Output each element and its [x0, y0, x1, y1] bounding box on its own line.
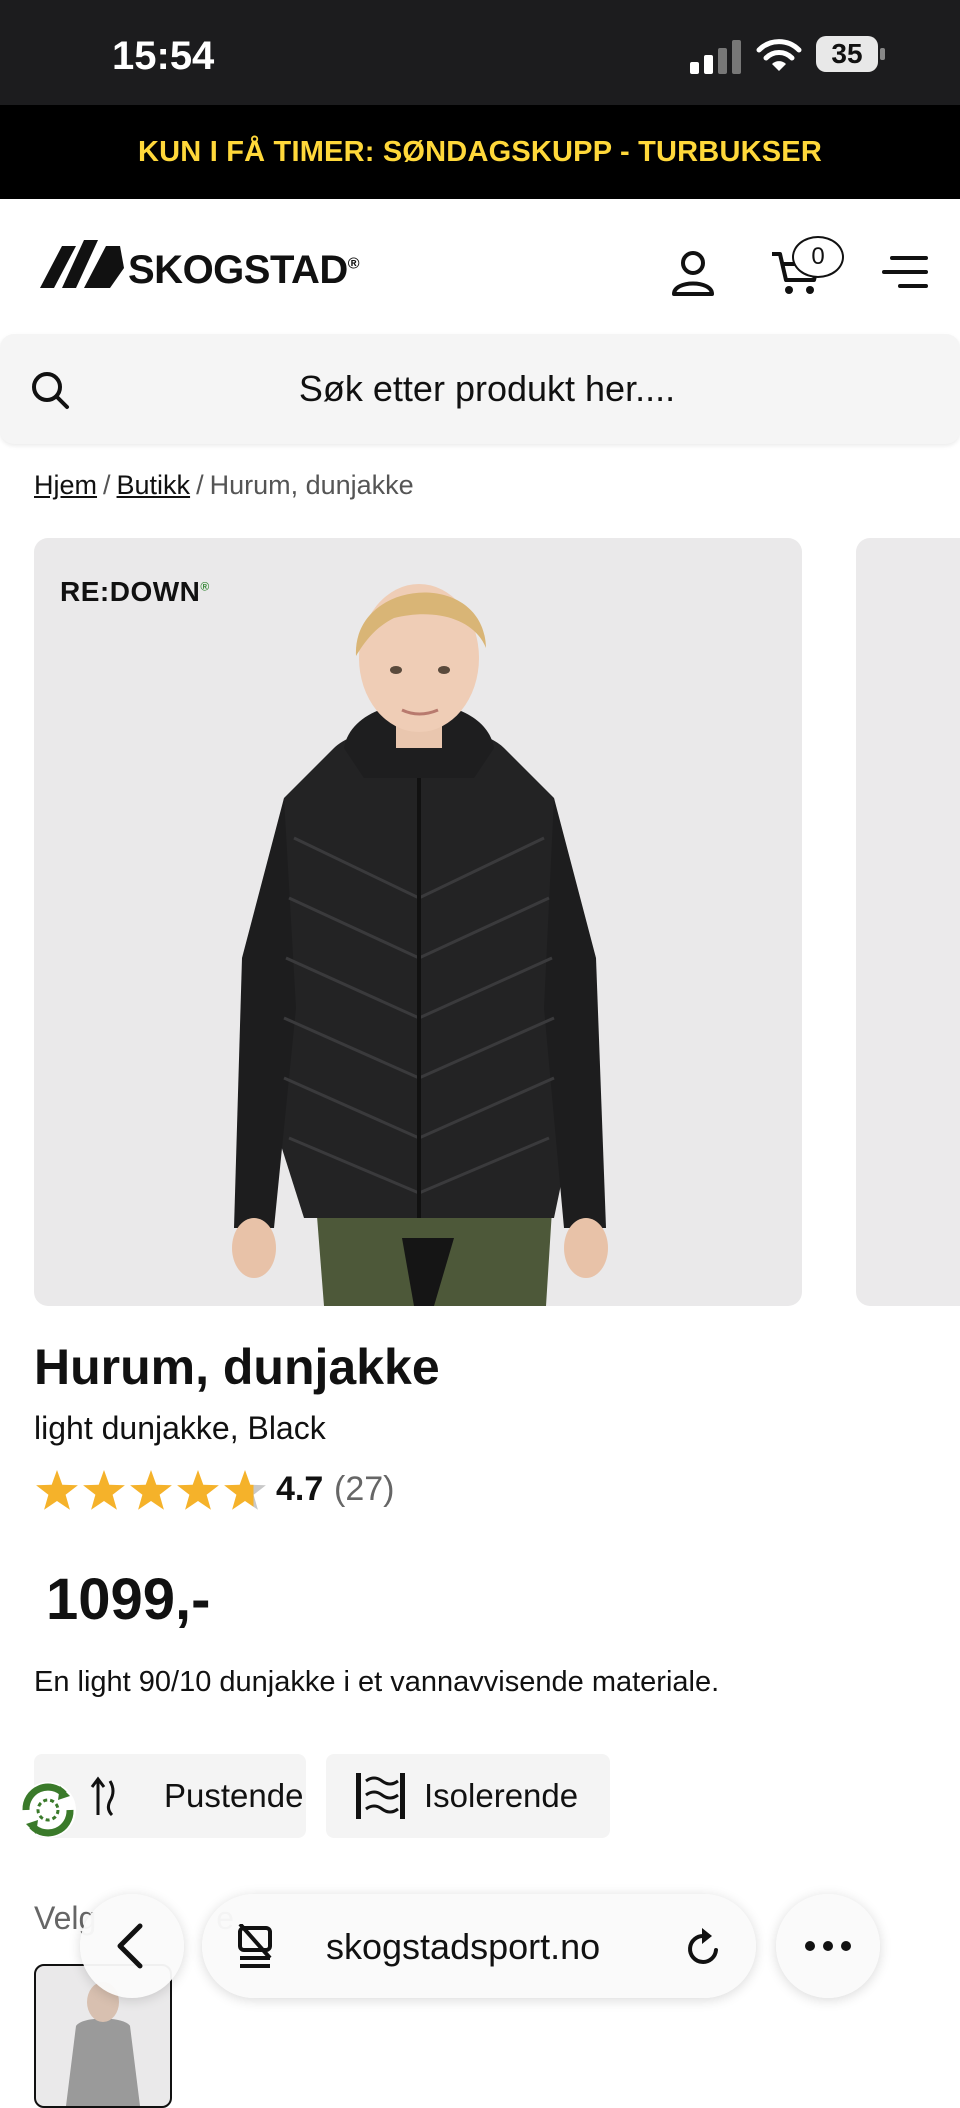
chevron-left-icon [117, 1923, 143, 1969]
product-description: En light 90/10 dunjakke i et vannavvisen… [34, 1666, 720, 1698]
wifi-icon [756, 39, 802, 71]
search-icon[interactable] [30, 370, 70, 410]
feature-label-insulating: Isolerende [424, 1777, 579, 1814]
product-photo-illustration [232, 584, 608, 1306]
insulating-icon [356, 1773, 405, 1819]
search-input[interactable] [100, 352, 874, 426]
reload-icon[interactable] [684, 1924, 724, 1968]
user-account-icon[interactable] [670, 250, 716, 296]
breathable-icon [90, 1776, 115, 1817]
product-title: Hurum, dunjakke [34, 1339, 440, 1395]
cart-count-badge[interactable]: 0 [792, 236, 844, 278]
browser-url[interactable]: skogstadsport.no [326, 1926, 600, 1968]
battery-icon: 35 [816, 36, 888, 76]
breadcrumb-home-link[interactable]: Hjem [34, 470, 97, 500]
review-count[interactable]: (27) [334, 1470, 394, 1509]
product-subtitle: light dunjakke, Black [34, 1410, 326, 1446]
feature-chip-insulating[interactable]: Isolerende [326, 1754, 610, 1838]
cellular-signal-icon [690, 40, 741, 74]
promo-banner[interactable]: KUN I FÅ TIMER: SØNDAGSKUPP - TURBUKSER [0, 105, 960, 199]
next-product-image[interactable] [856, 538, 960, 1306]
feature-label-breathable: Pustende [164, 1777, 304, 1814]
breadcrumb: Hjem / Butikk / Hurum, dunjakke [34, 470, 414, 500]
status-time: 15:54 [112, 34, 215, 78]
rating-star [130, 1470, 172, 1510]
browser-back-button[interactable] [80, 1894, 184, 1998]
tab-overview-icon[interactable] [236, 1924, 276, 1968]
product-price: 1099,- [46, 1567, 211, 1632]
redown-badge: RE:DOWN® [60, 576, 210, 607]
rating-value: 4.7 [276, 1470, 324, 1508]
more-dots-icon [805, 1941, 851, 1951]
breadcrumb-shop-link[interactable]: Butikk [117, 470, 191, 500]
brand-name[interactable]: SKOGSTAD® [128, 248, 360, 293]
rating-star [224, 1470, 266, 1510]
battery-level: 35 [831, 38, 863, 69]
product-image[interactable] [34, 538, 802, 1306]
rating-star [177, 1470, 219, 1510]
eco-recycle-icon[interactable] [16, 1778, 80, 1842]
rating-stars-icon[interactable] [34, 1468, 270, 1514]
hamburger-menu-icon[interactable] [880, 254, 930, 290]
browser-more-button[interactable] [776, 1894, 880, 1998]
rating-star [83, 1470, 125, 1510]
rating-star [36, 1470, 78, 1510]
breadcrumb-current: Hurum, dunjakke [209, 470, 414, 500]
